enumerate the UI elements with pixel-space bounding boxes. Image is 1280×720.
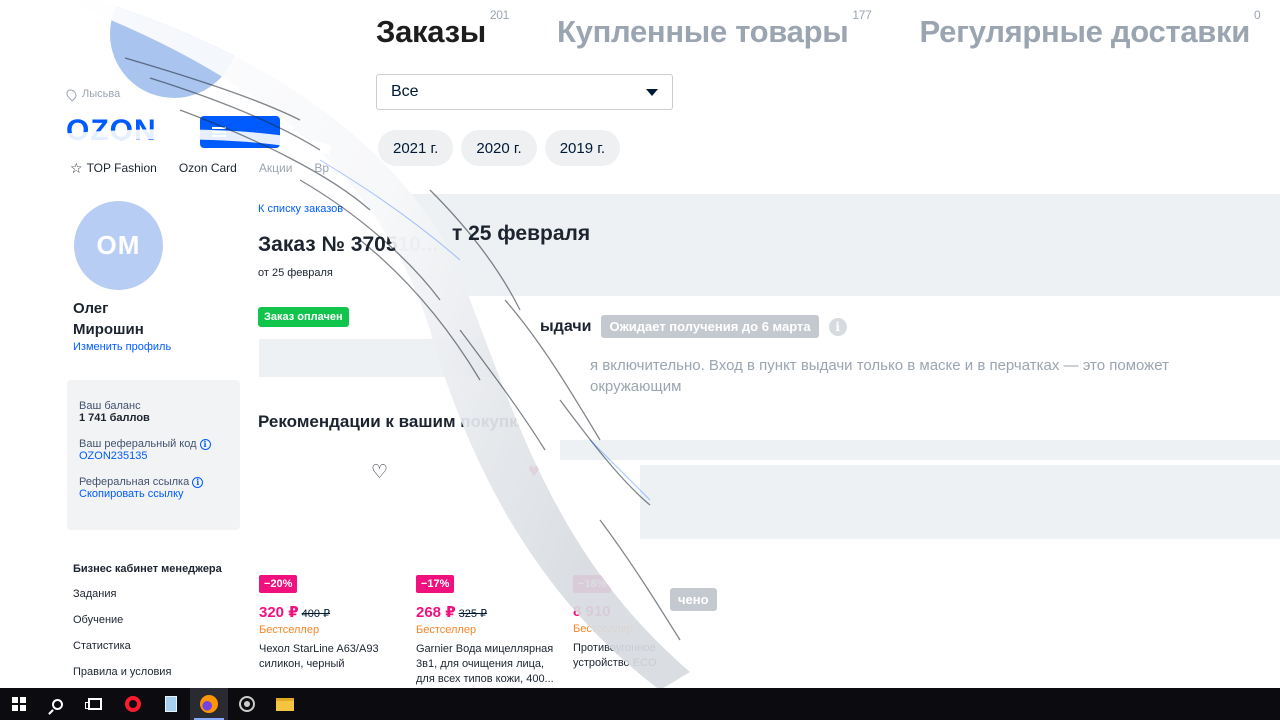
divider-strip bbox=[560, 440, 1280, 460]
nav-top-fashion[interactable]: ☆ TOP Fashion bbox=[70, 161, 157, 175]
windows-taskbar bbox=[0, 688, 1280, 720]
start-button[interactable] bbox=[0, 688, 38, 720]
bestseller-tag: Бестселлер bbox=[416, 624, 477, 636]
tab-regular-deliveries[interactable]: Регулярные доставки 0 bbox=[920, 8, 1261, 50]
order-status-line: ыдачи Ожидает получения до 6 марта i bbox=[540, 315, 847, 338]
location-selector[interactable]: Лысьва bbox=[67, 88, 120, 100]
taskbar-chrome[interactable] bbox=[228, 688, 266, 720]
task-view-button[interactable] bbox=[76, 688, 114, 720]
breadcrumb[interactable]: К списку заказов bbox=[258, 203, 343, 215]
year-chip-2020[interactable]: 2020 г. bbox=[461, 130, 537, 166]
info-icon[interactable]: i bbox=[828, 317, 847, 336]
taskbar-search-button[interactable] bbox=[38, 688, 76, 720]
nav-ozon-card[interactable]: Ozon Card bbox=[179, 161, 237, 175]
orders-filter-select[interactable]: Все bbox=[376, 74, 673, 110]
balance-value: 1 741 баллов bbox=[79, 412, 150, 424]
page-title: Заказ № 370510... bbox=[258, 233, 439, 256]
side-menu-item-rules[interactable]: Правила и условия bbox=[73, 666, 222, 678]
order-card-date: т 25 февраля bbox=[452, 222, 591, 245]
notepad-icon bbox=[165, 696, 177, 712]
user-name: Олег Мирошин bbox=[73, 300, 144, 338]
year-chip-2021[interactable]: 2021 г. bbox=[378, 130, 454, 166]
completed-badge: чено bbox=[670, 588, 717, 611]
order-date: от 25 февраля bbox=[258, 267, 333, 279]
year-chip-2019[interactable]: 2019 г. bbox=[544, 130, 621, 166]
catalog-button[interactable] bbox=[200, 116, 280, 148]
ozon-logo[interactable]: OZON bbox=[66, 114, 157, 148]
product-card[interactable]: −17% 268 ₽325 ₽ Бестселлер Garnier Вода … bbox=[416, 574, 556, 687]
bestseller-tag: Бестселлер bbox=[259, 624, 320, 636]
tab-purchased-items[interactable]: Купленные товары 177 bbox=[557, 8, 872, 50]
menu-icon bbox=[212, 127, 226, 137]
pickup-notice: я включительно. Вход в пункт выдачи толь… bbox=[590, 357, 1169, 395]
side-menu-item-tasks[interactable]: Задания bbox=[73, 588, 222, 600]
taskbar-firefox[interactable] bbox=[190, 688, 228, 720]
product-name[interactable]: Чехол StarLine A63/A93 силикон, черный bbox=[259, 642, 399, 672]
firefox-icon bbox=[200, 695, 218, 713]
ref-link-label: Реферальная ссылка bbox=[79, 476, 190, 488]
pickup-label: ыдачи bbox=[540, 317, 592, 335]
taskbar-explorer[interactable] bbox=[266, 688, 304, 720]
windows-logo-icon bbox=[12, 697, 26, 711]
product-price: 268 ₽325 ₽ bbox=[416, 604, 488, 621]
balance-card: Ваш баланс 1 741 баллов Ваш реферальный … bbox=[67, 380, 240, 530]
nav-promos[interactable]: Акции bbox=[259, 161, 293, 175]
info-icon[interactable]: i bbox=[192, 477, 203, 488]
recommendations-title: Рекомендации к вашим покупкам bbox=[258, 412, 540, 431]
location-pin-icon bbox=[64, 87, 78, 101]
taskbar-notepad[interactable] bbox=[152, 688, 190, 720]
search-icon bbox=[51, 698, 63, 710]
star-icon: ☆ bbox=[70, 160, 83, 176]
product-name[interactable]: Противоугонное устройство ECO bbox=[573, 641, 663, 671]
edit-profile-link[interactable]: Изменить профиль bbox=[73, 341, 171, 353]
side-menu-item-training[interactable]: Обучение bbox=[73, 614, 222, 626]
taskbar-opera[interactable] bbox=[114, 688, 152, 720]
discount-badge: −20% bbox=[259, 575, 297, 593]
status-badge: Ожидает получения до 6 марта bbox=[601, 315, 819, 338]
year-filter-chips: 2021 г. 2020 г. 2019 г. bbox=[378, 130, 621, 166]
ref-code-label: Ваш реферальный код bbox=[79, 438, 197, 450]
chevron-down-icon bbox=[646, 88, 658, 96]
nav-fourth[interactable]: Вр bbox=[314, 161, 329, 175]
product-price: 320 ₽400 ₽ bbox=[259, 604, 331, 621]
task-view-icon bbox=[85, 698, 102, 710]
opera-icon bbox=[125, 696, 141, 712]
folder-icon bbox=[276, 697, 294, 711]
top-nav: ☆ TOP Fashion Ozon Card Акции Вр bbox=[70, 161, 329, 175]
info-icon[interactable]: i bbox=[200, 439, 211, 450]
discount-badge: −17% bbox=[416, 575, 454, 593]
status-badge: Заказ оплачен bbox=[258, 307, 349, 327]
order-card-block bbox=[640, 465, 1280, 539]
chrome-icon bbox=[239, 696, 255, 712]
location-label: Лысьва bbox=[82, 88, 121, 100]
orders-tabs: Заказы 201 Купленные товары 177 Регулярные… bbox=[376, 8, 1280, 50]
copy-ref-link[interactable]: Скопировать ссылку bbox=[79, 488, 228, 500]
filter-value: Все bbox=[391, 83, 419, 100]
tab-orders[interactable]: Заказы 201 bbox=[376, 8, 509, 50]
avatar[interactable]: ОМ bbox=[74, 201, 163, 290]
side-menu-item-stats[interactable]: Статистика bbox=[73, 640, 222, 652]
side-menu: Бизнес кабинет менеджера Задания Обучени… bbox=[73, 563, 222, 692]
balance-label: Ваш баланс bbox=[79, 400, 141, 412]
side-menu-heading[interactable]: Бизнес кабинет менеджера bbox=[73, 563, 222, 575]
product-card[interactable]: −20% 320 ₽400 ₽ Бестселлер Чехол StarLin… bbox=[259, 574, 399, 672]
product-name[interactable]: Garnier Вода мицеллярная 3в1, для очищен… bbox=[416, 642, 556, 687]
heart-icon[interactable]: ♡ bbox=[371, 463, 388, 482]
ref-code-value[interactable]: OZON235135 bbox=[79, 450, 228, 462]
